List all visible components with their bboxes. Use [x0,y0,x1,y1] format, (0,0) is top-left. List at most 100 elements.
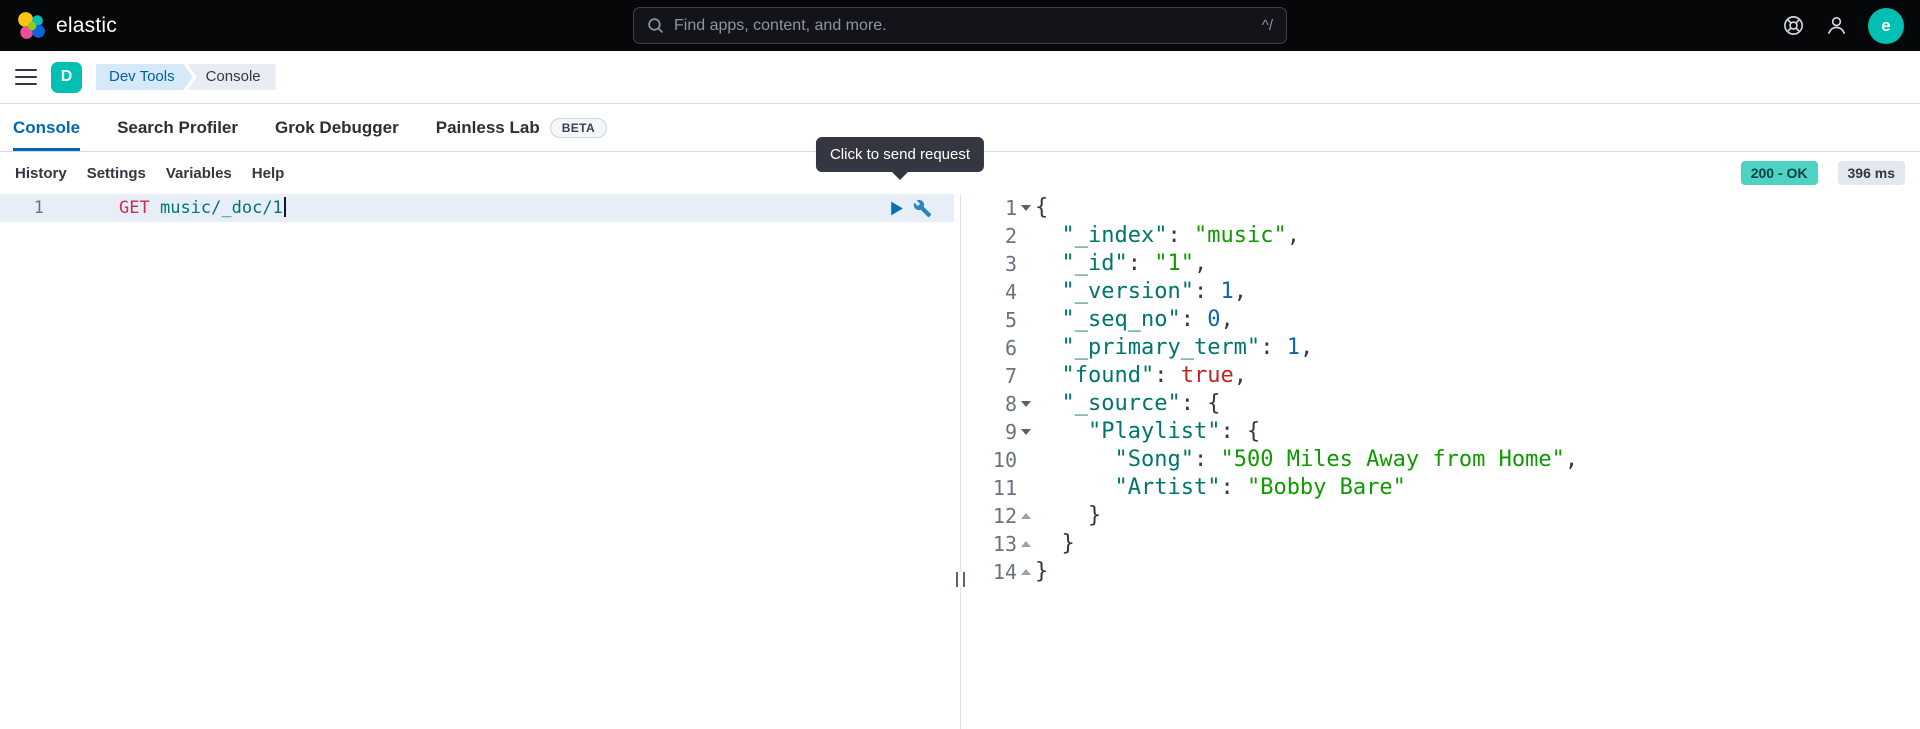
token-punc: { [1035,195,1049,220]
line-number: 6 [1004,336,1017,360]
response-line[interactable]: 14} [967,558,1920,586]
user-icon[interactable] [1825,14,1848,37]
token-url: music/_doc/1 [159,198,283,218]
editor-splitter[interactable] [954,194,967,729]
tab-search-profiler[interactable]: Search Profiler [117,104,238,151]
response-line[interactable]: 12 } [967,502,1920,530]
token-key: "_seq_no" [1061,307,1181,332]
resize-handle-icon[interactable] [956,572,965,587]
code-text[interactable]: "_version": 1, [1035,278,1920,306]
fold-toggle-icon[interactable] [1017,558,1035,586]
fold-col [1017,474,1035,502]
code-text[interactable]: "_source": { [1035,390,1920,418]
brand[interactable]: elastic [16,11,117,41]
fold-toggle-icon[interactable] [1017,530,1035,558]
response-line[interactable]: 9 "Playlist": { [967,418,1920,446]
line-number: 13 [992,532,1017,556]
menu-icon[interactable] [15,69,37,85]
token-punc: : [1154,363,1181,388]
history-link[interactable]: History [15,165,67,182]
token-bool: true [1180,363,1234,388]
response-line[interactable]: 1{ [967,194,1920,222]
token-punc: } [1061,531,1075,556]
response-line[interactable]: 10 "Song": "500 Miles Away from Home", [967,446,1920,474]
user-avatar[interactable]: e [1868,7,1904,44]
search-shortcut-hint: ^/ [1261,17,1273,34]
code-text[interactable]: "_primary_term": 1, [1035,334,1920,362]
code-text[interactable]: "Song": "500 Miles Away from Home", [1035,446,1920,474]
breadcrumb-dev-tools[interactable]: Dev Tools [96,64,193,90]
elastic-logo-icon [18,11,45,39]
code-text[interactable]: GET music/_doc/1 [60,194,954,222]
fold-toggle-icon[interactable] [1017,502,1035,530]
response-line[interactable]: 2 "_index": "music", [967,222,1920,250]
breadcrumb-bar: D Dev Tools Console [0,51,1920,104]
response-line[interactable]: 13 } [967,530,1920,558]
code-text[interactable]: } [1035,530,1920,558]
response-line[interactable]: 8 "_source": { [967,390,1920,418]
code-text[interactable]: "_seq_no": 0, [1035,306,1920,334]
code-text[interactable]: "_index": "music", [1035,222,1920,250]
token-key: "Song" [1114,447,1194,472]
tab-painless-lab[interactable]: Painless Lab BETA [436,104,608,151]
search-input[interactable] [674,16,1252,35]
fold-toggle-icon[interactable] [1017,194,1035,222]
tab-label: Search Profiler [117,117,239,137]
help-link[interactable]: Help [252,165,285,182]
response-line[interactable]: 7 "found": true, [967,362,1920,390]
code-text[interactable]: } [1035,558,1920,586]
request-lines: 1 GET music/_doc/1 [0,194,954,222]
response-line[interactable]: 5 "_seq_no": 0, [967,306,1920,334]
line-number: 1 [1004,196,1017,220]
token-punc: : [1260,335,1287,360]
status-badge: 200 - OK [1740,161,1818,185]
settings-link[interactable]: Settings [87,165,146,182]
token-num: 1 [1220,279,1234,304]
help-icon[interactable] [1782,14,1805,37]
breadcrumb-console: Console [187,64,276,90]
code-text[interactable]: } [1035,502,1920,530]
token-num: 0 [1207,307,1221,332]
token-punc: , [1220,307,1234,332]
line-number: 7 [1004,364,1017,388]
response-line[interactable]: 6 "_primary_term": 1, [967,334,1920,362]
token-punc: : [1167,223,1194,248]
request-line[interactable]: 1 GET music/_doc/1 [0,194,954,222]
response-line[interactable]: 4 "_version": 1, [967,278,1920,306]
code-text[interactable]: "Playlist": { [1035,418,1920,446]
fold-toggle-icon[interactable] [1017,418,1035,446]
global-search[interactable]: ^/ [633,7,1287,44]
code-text[interactable]: "_id": "1", [1035,250,1920,278]
code-text[interactable]: "found": true, [1035,362,1920,390]
toolbar-status: 200 - OK 396 ms [1740,161,1905,185]
send-request-button[interactable] [888,200,905,217]
token-punc: , [1564,447,1579,472]
fold-col [1017,334,1035,362]
line-number: 5 [1004,308,1017,332]
token-punc: : [1180,307,1208,332]
code-text[interactable]: "Artist": "Bobby Bare" [1035,474,1920,502]
space-avatar[interactable]: D [51,61,82,93]
response-lines: 1{2 "_index": "music", 3 "_id": "1", 4 "_v… [967,194,1920,586]
space-initial: D [60,68,73,85]
fold-col [1017,446,1035,474]
fold-toggle-icon[interactable] [1017,390,1035,418]
wrench-icon[interactable] [913,199,932,218]
avatar-initial: e [1881,15,1891,35]
tab-grok-debugger[interactable]: Grok Debugger [275,104,399,151]
variables-link[interactable]: Variables [166,165,232,182]
search-icon [648,18,664,34]
response-line[interactable]: 3 "_id": "1", [967,250,1920,278]
code-text[interactable]: { [1035,194,1920,222]
response-viewer[interactable]: 1{2 "_index": "music", 3 "_id": "1", 4 "_v… [967,194,1920,729]
response-line[interactable]: 11 "Artist": "Bobby Bare" [967,474,1920,502]
request-editor[interactable]: 1 GET music/_doc/1 [0,194,954,729]
breadcrumb: Dev Tools Console [96,64,276,90]
tab-console[interactable]: Console [13,104,80,151]
